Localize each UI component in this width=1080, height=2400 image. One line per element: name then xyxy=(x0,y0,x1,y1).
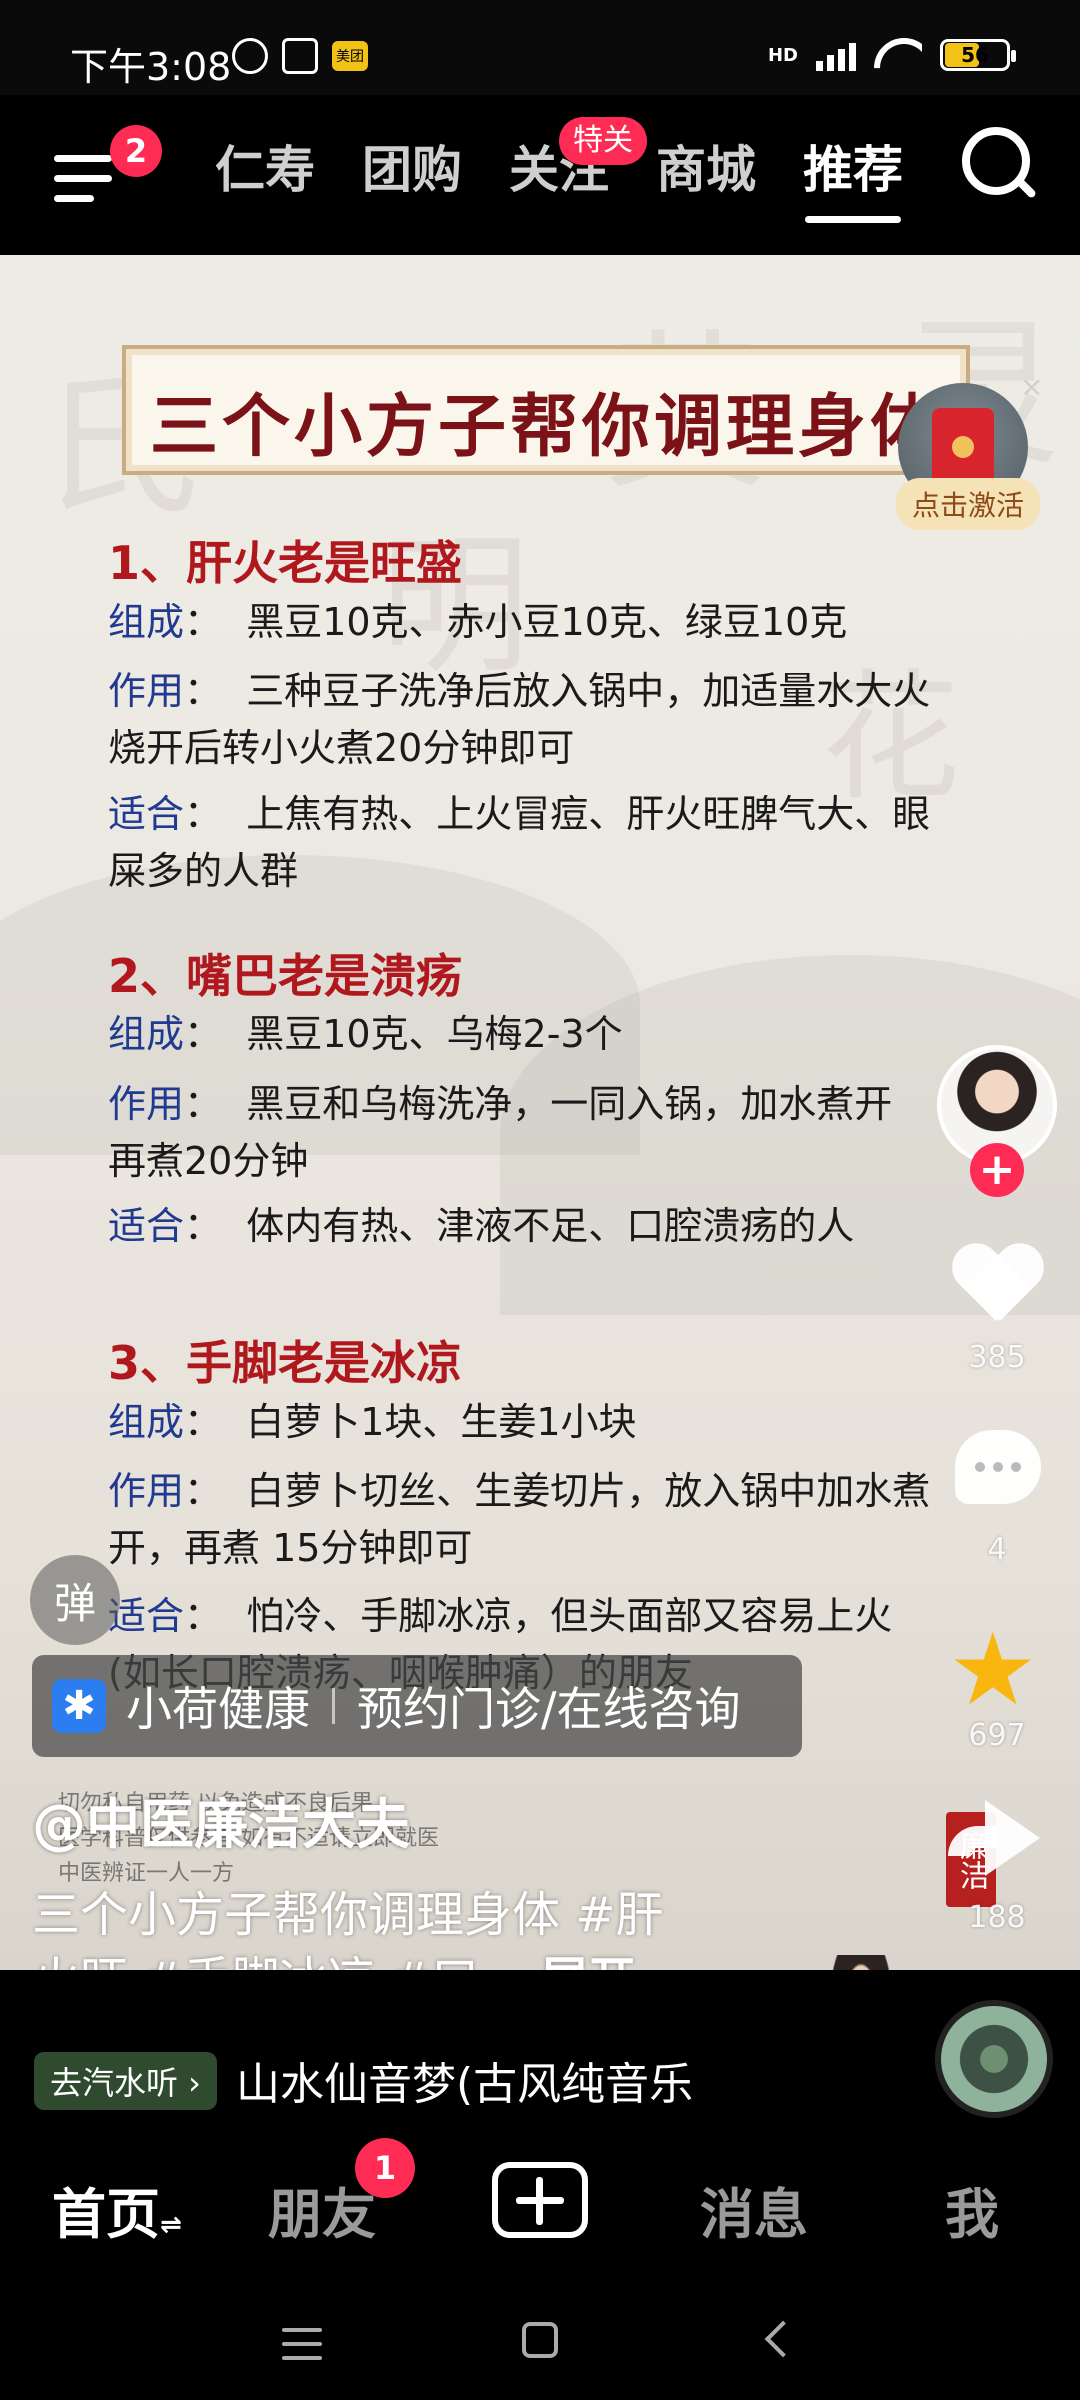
activate-label[interactable]: 点击激活 xyxy=(896,478,1041,530)
status-notification-icons: 美团 xyxy=(232,38,368,74)
danmu-toggle-button[interactable]: 弹 xyxy=(30,1555,120,1645)
like-count: 385 xyxy=(968,1340,1026,1375)
favorite-count: 697 xyxy=(968,1718,1026,1753)
video-title-box: 三个小方子帮你调理身体 xyxy=(122,345,970,475)
section-3-effect: 作用： 白萝卜切丝、生姜切片，放入锅中加水煮 xyxy=(108,1469,931,1513)
menu-badge: 2 xyxy=(110,125,162,177)
red-packet-icon xyxy=(932,408,994,486)
following-badge: 特关 xyxy=(559,117,647,165)
create-post-button[interactable] xyxy=(492,2162,588,2238)
menu-button[interactable]: 2 xyxy=(50,125,162,215)
ad-banner[interactable]: ✱ 小荷健康 预约门诊/在线咨询 xyxy=(32,1655,802,1757)
wifi-icon xyxy=(874,38,922,72)
section-1-heading: 1、肝火老是旺盛 xyxy=(108,536,463,590)
status-system-icons: HD 56 xyxy=(767,38,1016,72)
section-2-effect-cont: 再煮20分钟 xyxy=(108,1139,309,1183)
tab-following[interactable]: 关注 特关 xyxy=(509,117,647,215)
tab-me[interactable]: 我 xyxy=(945,2170,999,2249)
ad-divider xyxy=(332,1688,335,1724)
system-nav-bar xyxy=(0,2280,1080,2400)
section-2-heading: 2、嘴巴老是溃疡 xyxy=(108,949,463,1003)
author-name[interactable]: @中医廉洁大夫 xyxy=(32,1780,410,1859)
doctor-photo xyxy=(776,1955,946,1970)
comment-icon[interactable] xyxy=(955,1430,1041,1504)
nav-tabs: 仁寿 团购 关注 特关 商城 推荐 xyxy=(215,117,903,223)
share-icon[interactable] xyxy=(985,1800,1040,1876)
ad-name: 小荷健康 xyxy=(126,1682,310,1736)
tab-renshou[interactable]: 仁寿 xyxy=(215,125,315,215)
search-icon[interactable] xyxy=(960,125,1040,205)
recents-icon[interactable] xyxy=(282,2328,322,2362)
nfc-icon xyxy=(282,38,318,74)
section-1-suitable: 适合： 上焦有热、上火冒痘、肝火旺脾气大、眼 xyxy=(108,792,931,836)
tab-messages[interactable]: 消息 xyxy=(700,2170,808,2249)
qishui-listen-button[interactable]: 去汽水听 › xyxy=(34,2052,217,2110)
swap-icon: ⇌ xyxy=(160,2210,182,2240)
section-3-effect-cont: 开，再煮 15分钟即可 xyxy=(108,1526,473,1570)
music-disc[interactable] xyxy=(935,2000,1053,2118)
section-2-suitable: 适合： 体内有热、津液不足、口腔溃疡的人 xyxy=(108,1204,855,1248)
section-2-effect: 作用： 黑豆和乌梅洗净，一同入锅，加水煮开 xyxy=(108,1082,893,1126)
video-description-line1: 三个小方子帮你调理身体 #肝 xyxy=(32,1887,664,1943)
section-3-composition: 组成： 白萝卜1块、生姜1小块 xyxy=(108,1400,637,1444)
redpacket-close-icon[interactable]: × xyxy=(1020,370,1043,403)
section-1-effect: 作用： 三种豆子洗净后放入锅中，加适量水大火 xyxy=(108,669,931,713)
favorite-star-icon[interactable]: ★ xyxy=(948,1620,1038,1720)
video-title: 三个小方子帮你调理身体 xyxy=(150,388,943,467)
section-3-suitable: 适合： 怕冷、手脚冰凉，但头面部又容易上火 xyxy=(108,1594,893,1638)
battery-icon: 56 xyxy=(940,39,1016,71)
section-1-effect-cont: 烧开后转小火煮20分钟即可 xyxy=(108,726,575,770)
status-time: 下午3:08 xyxy=(70,45,232,89)
ad-cta: 预约门诊/在线咨询 xyxy=(357,1682,741,1736)
tab-group-buy[interactable]: 团购 xyxy=(362,125,462,215)
alarm-icon xyxy=(232,38,268,74)
network-hd-label: HD xyxy=(767,44,798,66)
top-nav: 2 仁寿 团购 关注 特关 商城 推荐 xyxy=(0,95,1080,255)
follow-button[interactable]: + xyxy=(970,1143,1024,1197)
back-icon[interactable] xyxy=(764,2320,802,2358)
tab-mall[interactable]: 商城 xyxy=(656,125,756,215)
home-icon[interactable] xyxy=(522,2322,558,2358)
tab-home[interactable]: 首页⇌ xyxy=(52,2170,182,2249)
comment-count: 4 xyxy=(987,1532,1007,1567)
friends-badge: 1 xyxy=(355,2138,415,2198)
battery-level: 56 xyxy=(961,43,989,67)
xiaohe-health-icon: ✱ xyxy=(52,1679,106,1733)
tab-recommend[interactable]: 推荐 xyxy=(803,125,903,223)
signal-icon xyxy=(816,39,856,71)
section-2-composition: 组成： 黑豆10克、乌梅2-3个 xyxy=(108,1012,623,1056)
status-bar: 下午3:08 美团 HD 56 xyxy=(0,0,1080,95)
like-heart-icon[interactable] xyxy=(952,1245,1042,1329)
section-1-composition: 组成： 黑豆10克、赤小豆10克、绿豆10克 xyxy=(108,600,848,644)
music-title[interactable]: 山水仙音梦(古风纯音乐 xyxy=(236,2048,693,2112)
share-count: 188 xyxy=(968,1900,1026,1935)
meituan-icon: 美团 xyxy=(332,41,368,71)
section-3-heading: 3、手脚老是冰凉 xyxy=(108,1336,463,1390)
bottom-tab-bar: 首页⇌ 朋友 1 消息 我 xyxy=(0,2130,1080,2280)
section-1-suitable-cont: 屎多的人群 xyxy=(108,849,299,893)
